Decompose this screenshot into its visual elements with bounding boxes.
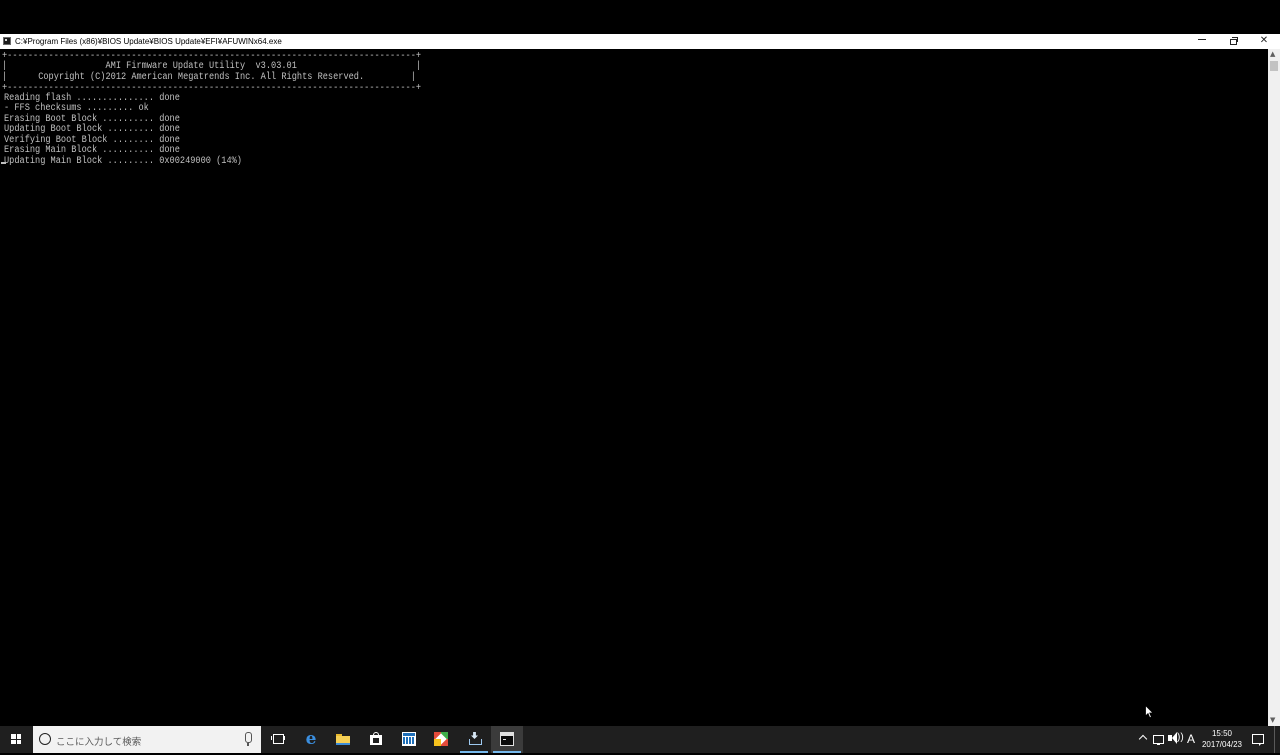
speaker-icon xyxy=(1168,732,1177,744)
cortana-icon xyxy=(39,733,51,745)
taskbar-console-window[interactable] xyxy=(491,726,523,753)
volume-button[interactable]: )) xyxy=(1168,726,1184,753)
close-icon: ✕ xyxy=(1259,35,1269,46)
clock-date: 2017/04/23 xyxy=(1201,740,1243,749)
close-button[interactable]: ✕ xyxy=(1249,34,1279,49)
console-window[interactable]: C:¥Program Files (x86)¥BIOS Update¥BIOS … xyxy=(0,34,1280,726)
network-button[interactable] xyxy=(1152,726,1166,753)
notification-icon xyxy=(1252,734,1264,746)
taskbar-edge[interactable]: e xyxy=(295,726,327,753)
ime-indicator[interactable]: A xyxy=(1185,726,1197,753)
taskbar: ここに入力して検索 e )) A 15:50 2017/04/23 xyxy=(0,726,1280,753)
console-line: | Copyright (C)2012 American Megatrends … xyxy=(2,71,416,82)
calculator-app-icon xyxy=(402,732,416,746)
taskbar-app-colorful[interactable] xyxy=(425,726,457,753)
console-line: Erasing Main Block .......... done xyxy=(4,144,180,155)
network-icon xyxy=(1153,735,1164,745)
file-explorer-icon xyxy=(336,732,350,746)
taskbar-store[interactable] xyxy=(360,726,392,753)
console-line: Updating Main Block ......... 0x00249000… xyxy=(4,155,242,166)
minimize-icon xyxy=(1198,38,1206,40)
chevron-up-icon xyxy=(1138,734,1148,744)
show-desktop-button[interactable] xyxy=(1274,726,1280,753)
taskbar-calculator[interactable] xyxy=(393,726,425,753)
store-bag-icon xyxy=(369,732,383,746)
colorful-app-icon xyxy=(434,732,448,746)
edge-browser-icon: e xyxy=(305,729,317,749)
console-output[interactable]: +---------------------------------------… xyxy=(0,49,1268,726)
action-center-button[interactable] xyxy=(1251,726,1265,753)
show-hidden-icons-button[interactable] xyxy=(1138,726,1149,753)
window-titlebar[interactable]: C:¥Program Files (x86)¥BIOS Update¥BIOS … xyxy=(0,34,1280,49)
restore-icon xyxy=(1229,37,1238,45)
windows-logo-icon xyxy=(11,734,21,744)
desktop: C:¥Program Files (x86)¥BIOS Update¥BIOS … xyxy=(0,0,1280,753)
start-button[interactable] xyxy=(0,726,32,753)
vertical-scrollbar[interactable]: ▲ ▼ xyxy=(1268,49,1280,726)
text-cursor xyxy=(1,162,6,164)
console-line: Updating Boot Block ......... done xyxy=(4,123,180,134)
mouse-pointer-icon xyxy=(1145,705,1154,719)
task-view-icon xyxy=(271,732,285,746)
scroll-down-arrow-icon[interactable]: ▼ xyxy=(1270,717,1275,724)
scrollbar-thumb[interactable] xyxy=(1270,61,1278,71)
taskbar-file-explorer[interactable] xyxy=(327,726,359,753)
console-line: | AMI Firmware Update Utility v3.03.01 | xyxy=(2,60,422,71)
clock[interactable]: 15:50 2017/04/23 xyxy=(1200,726,1244,755)
volume-waves-icon: )) xyxy=(1177,732,1184,743)
window-title: C:¥Program Files (x86)¥BIOS Update¥BIOS … xyxy=(15,37,282,46)
search-placeholder: ここに入力して検索 xyxy=(56,737,142,748)
taskbar-bios-flash[interactable] xyxy=(458,726,490,753)
scroll-up-arrow-icon[interactable]: ▲ xyxy=(1270,51,1275,58)
task-view-button[interactable] xyxy=(262,726,294,753)
minimize-button[interactable] xyxy=(1187,34,1217,49)
taskbar-search-box[interactable]: ここに入力して検索 xyxy=(33,726,261,753)
console-line: - FFS checksums ......... ok xyxy=(4,102,149,113)
console-app-icon[interactable] xyxy=(3,37,11,45)
console-window-icon xyxy=(500,732,514,746)
download-flash-icon xyxy=(467,732,482,746)
microphone-icon[interactable] xyxy=(242,732,254,747)
clock-time: 15:50 xyxy=(1211,729,1233,738)
restore-button[interactable] xyxy=(1218,34,1248,49)
